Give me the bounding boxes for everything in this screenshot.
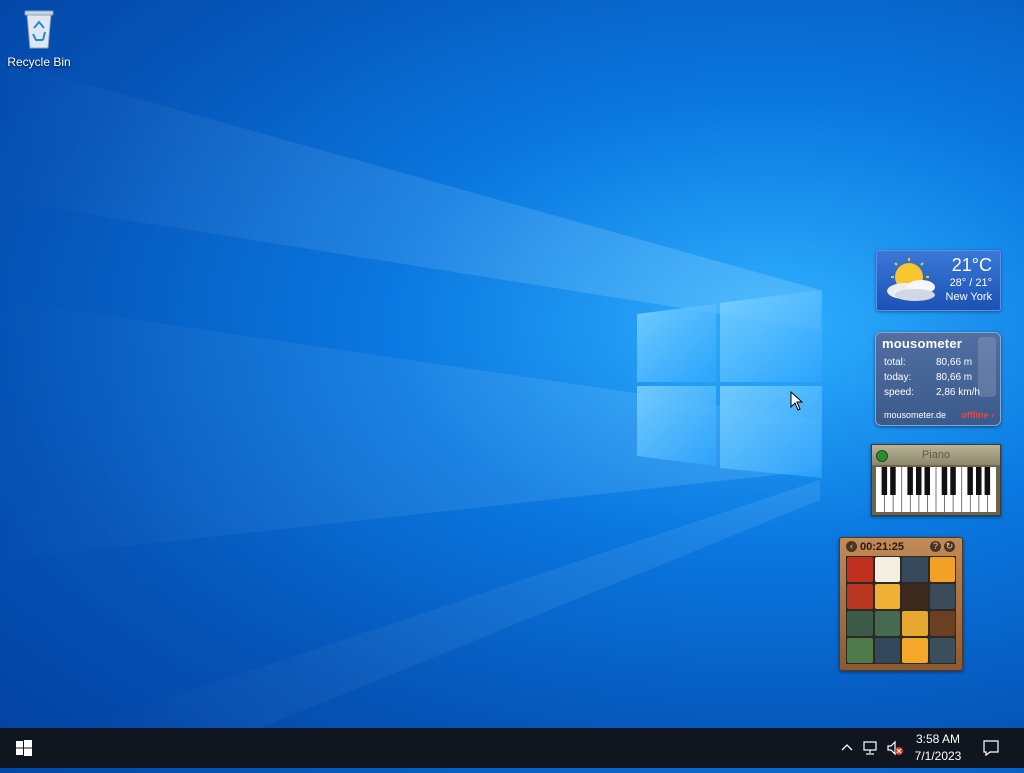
- partly-sunny-icon: [887, 258, 935, 301]
- piano-title: Piano: [921, 449, 951, 461]
- puzzle-tile[interactable]: [847, 557, 873, 582]
- puzzle-grid[interactable]: [846, 556, 956, 664]
- puzzle-tile[interactable]: [847, 584, 873, 609]
- puzzle-tile[interactable]: [929, 584, 955, 609]
- clock-time: 3:58 AM: [915, 732, 961, 746]
- picture-puzzle-gadget[interactable]: ‹ 00:21:25 ? ↻: [839, 537, 963, 671]
- start-button[interactable]: [0, 728, 48, 768]
- puzzle-tile[interactable]: [929, 557, 955, 582]
- mousometer-site-link[interactable]: mousometer.de: [884, 410, 946, 420]
- taskbar-clock[interactable]: 3:58 AM 7/1/2023: [908, 731, 968, 765]
- puzzle-timer: 00:21:25: [860, 541, 905, 553]
- restart-button[interactable]: ↻: [944, 541, 955, 552]
- mousometer-row-label: total:: [884, 357, 906, 368]
- weather-range: 28° / 21°: [949, 277, 992, 289]
- puzzle-tile[interactable]: [847, 638, 873, 663]
- puzzle-tile[interactable]: [929, 611, 955, 636]
- mouse-pointer-icon: [790, 391, 804, 411]
- mousometer-row-label: speed:: [884, 387, 915, 398]
- piano-gadget[interactable]: Piano: [871, 444, 1001, 516]
- action-center-icon[interactable]: [982, 739, 1000, 757]
- taskbar: 3:58 AM 7/1/2023: [0, 728, 1024, 768]
- mousometer-row-label: today:: [884, 372, 912, 383]
- recycle-bin-icon: [24, 10, 54, 49]
- puzzle-tile[interactable]: [874, 611, 900, 636]
- puzzle-tile[interactable]: [929, 638, 955, 663]
- puzzle-tile[interactable]: [874, 557, 900, 582]
- mousometer-row-today: today: 80,66 m: [884, 372, 984, 383]
- puzzle-tile[interactable]: [902, 584, 928, 609]
- mousometer-row-value: 2,86 km/h: [936, 387, 980, 398]
- windows-logo: [637, 290, 822, 478]
- help-button[interactable]: ?: [930, 541, 941, 552]
- mousometer-status-link[interactable]: offline ›: [962, 410, 995, 420]
- back-button[interactable]: ‹: [846, 541, 857, 552]
- puzzle-tile[interactable]: [902, 611, 928, 636]
- puzzle-tile[interactable]: [874, 638, 900, 663]
- mousometer-row-value: 80,66 m: [936, 357, 973, 368]
- puzzle-tile[interactable]: [874, 584, 900, 609]
- network-icon[interactable]: [862, 740, 880, 756]
- weather-city: New York: [945, 291, 992, 303]
- mousometer-row-speed: speed: 2,86 km/h: [884, 387, 984, 398]
- clock-date: 7/1/2023: [914, 749, 962, 763]
- weather-gadget[interactable]: 21°C 28° / 21° New York: [876, 250, 1001, 311]
- weather-temperature: 21°C: [951, 255, 992, 275]
- mousometer-title: mousometer: [882, 336, 963, 351]
- desktop-icon-label: Recycle Bin: [7, 55, 71, 69]
- mousometer-row-value: 80,66 m: [936, 372, 973, 383]
- puzzle-tile[interactable]: [902, 638, 928, 663]
- puzzle-tile[interactable]: [847, 611, 873, 636]
- desktop-icon-recycle-bin[interactable]: Recycle Bin: [6, 6, 72, 69]
- piano-keyboard[interactable]: [876, 467, 996, 512]
- mousometer-gadget[interactable]: mousometer total: 80,66 m today: 80,66 m…: [875, 332, 1001, 426]
- mousometer-row-total: total: 80,66 m: [884, 357, 984, 368]
- volume-muted-icon[interactable]: [886, 740, 904, 756]
- chevron-up-icon[interactable]: [840, 740, 854, 754]
- puzzle-tile[interactable]: [902, 557, 928, 582]
- windows-start-icon: [16, 740, 32, 756]
